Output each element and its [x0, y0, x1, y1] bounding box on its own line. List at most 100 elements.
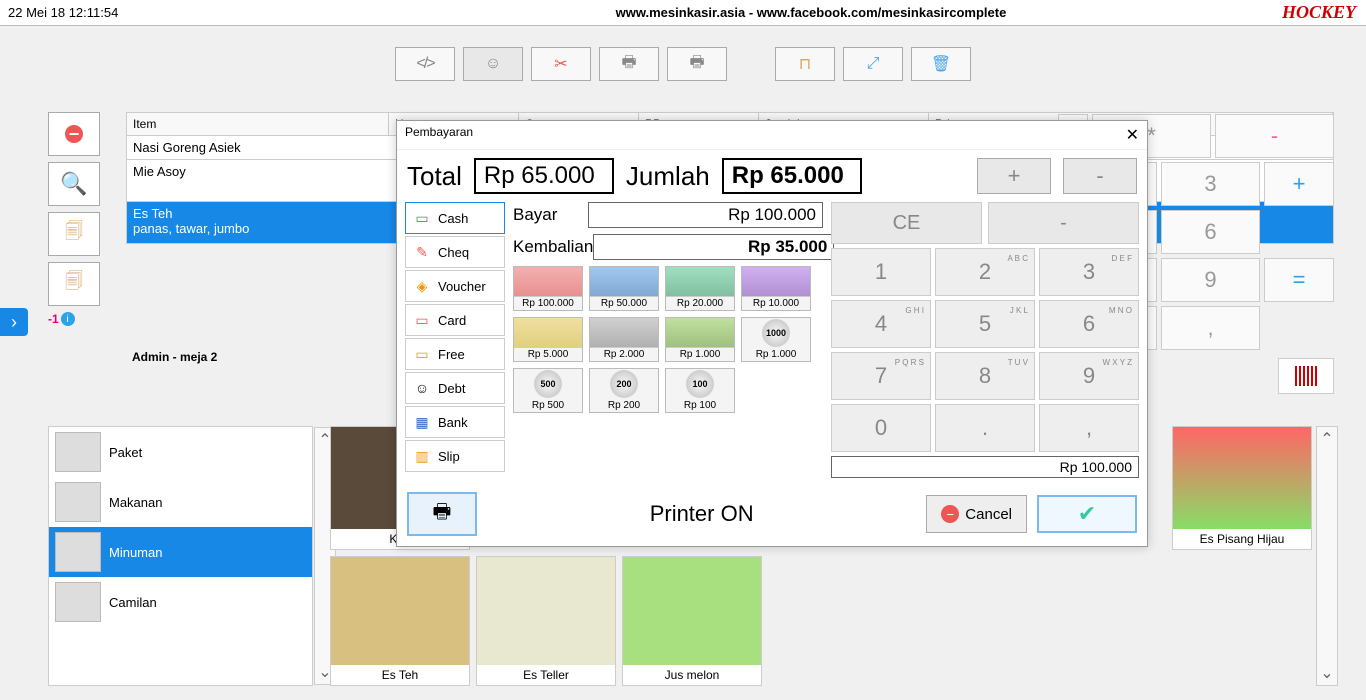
- bayar-label: Bayar: [513, 205, 588, 225]
- trash-button[interactable]: 🗑: [911, 47, 971, 81]
- denom-50k[interactable]: Rp 50.000: [589, 266, 659, 311]
- np-6[interactable]: 6: [1161, 210, 1260, 254]
- category-item[interactable]: Makanan: [49, 477, 312, 527]
- category-item[interactable]: Paket: [49, 427, 312, 477]
- debt-icon: ☺: [412, 380, 432, 396]
- paytab-free[interactable]: ▭Free: [405, 338, 505, 370]
- numkey-comma[interactable]: ,: [1039, 404, 1139, 452]
- scroll-up-icon[interactable]: ⌃: [1317, 427, 1337, 451]
- product-tile[interactable]: Es Teller: [476, 556, 616, 686]
- category-thumb: [55, 482, 101, 522]
- product-tile[interactable]: Jus melon: [622, 556, 762, 686]
- cut-button[interactable]: ✂: [531, 47, 591, 81]
- cancel-button[interactable]: − Cancel: [926, 495, 1027, 533]
- np-minus[interactable]: -: [1215, 114, 1334, 158]
- np-equals[interactable]: =: [1264, 258, 1334, 302]
- category-item-selected[interactable]: Minuman: [49, 527, 312, 577]
- paytab-voucher[interactable]: ◈Voucher: [405, 270, 505, 302]
- numkey-2[interactable]: 2A B C: [935, 248, 1035, 296]
- numkey-1[interactable]: 1: [831, 248, 931, 296]
- paytab-slip[interactable]: ▥Slip: [405, 440, 505, 472]
- main-toolbar: </> ☺ ✂ 🖶 🖶 ⊓ ⤢ 🗑: [0, 26, 1366, 102]
- numkey-0[interactable]: 0: [831, 404, 931, 452]
- denom-100k[interactable]: Rp 100.000: [513, 266, 583, 311]
- denom-10k[interactable]: Rp 10.000: [741, 266, 811, 311]
- printer-toggle-button[interactable]: 🖶: [407, 492, 477, 536]
- paytab-bank[interactable]: ▦Bank: [405, 406, 505, 438]
- table-button[interactable]: ⊓: [775, 47, 835, 81]
- numkey-7[interactable]: 7P Q R S: [831, 352, 931, 400]
- bank-icon: ▦: [412, 414, 432, 431]
- numkey-9[interactable]: 9W X Y Z: [1039, 352, 1139, 400]
- denom-5k[interactable]: Rp 5.000: [513, 317, 583, 362]
- paytab-debt[interactable]: ☺Debt: [405, 372, 505, 404]
- paytab-cheq[interactable]: ✎Cheq: [405, 236, 505, 268]
- category-thumb: [55, 582, 101, 622]
- neg1-indicator: -1 i: [48, 312, 108, 326]
- titlebar: 22 Mei 18 12:11:54 www.mesinkasir.asia -…: [0, 0, 1366, 26]
- denom-1k-coin[interactable]: 1000Rp 1.000: [741, 317, 811, 362]
- side-expand-button[interactable]: ›: [0, 308, 28, 336]
- numkey-dot[interactable]: .: [935, 404, 1035, 452]
- slip-icon: ▥: [412, 448, 432, 465]
- np-comma[interactable]: ,: [1161, 306, 1260, 350]
- category-thumb: [55, 532, 101, 572]
- free-icon: ▭: [412, 346, 432, 363]
- numkey-5[interactable]: 5J K L: [935, 300, 1035, 348]
- qty-minus-button[interactable]: -: [1063, 158, 1137, 194]
- denom-20k[interactable]: Rp 20.000: [665, 266, 735, 311]
- admin-table-label: Admin - meja 2: [132, 350, 217, 364]
- info-icon: i: [61, 312, 75, 326]
- np-3[interactable]: 3: [1161, 162, 1260, 206]
- remove-line-button[interactable]: −: [48, 112, 100, 156]
- kembalian-output: [593, 234, 834, 260]
- denom-1k-bill[interactable]: Rp 1.000: [665, 317, 735, 362]
- paytab-cash[interactable]: ▭Cash: [405, 202, 505, 234]
- paytab-card[interactable]: ▭Card: [405, 304, 505, 336]
- category-item[interactable]: Camilan: [49, 577, 312, 627]
- denom-500[interactable]: 500Rp 500: [513, 368, 583, 413]
- close-icon[interactable]: ✕: [1126, 125, 1139, 145]
- numkey-4[interactable]: 4G H I: [831, 300, 931, 348]
- jumlah-label: Jumlah: [626, 161, 710, 192]
- brand-logo: HOCKEY: [1282, 2, 1366, 23]
- header-title: www.mesinkasir.asia - www.facebook.com/m…: [340, 5, 1282, 20]
- np-plus[interactable]: +: [1264, 162, 1334, 206]
- numpad-ce[interactable]: CE: [831, 202, 982, 244]
- barcode-button[interactable]: [1278, 358, 1334, 394]
- product-tile[interactable]: Es Pisang Hijau: [1172, 426, 1312, 550]
- scroll-down-icon[interactable]: ⌄: [1317, 661, 1337, 685]
- denomination-grid: Rp 100.000 Rp 50.000 Rp 20.000 Rp 10.000…: [513, 266, 823, 413]
- denom-100[interactable]: 100Rp 100: [665, 368, 735, 413]
- product-scrollbar[interactable]: ⌃ ⌄: [1316, 426, 1338, 686]
- modal-title: Pembayaran: [405, 125, 473, 145]
- product-tile[interactable]: Es Teh: [330, 556, 470, 686]
- payment-modal: Pembayaran ✕ Total Rp 65.000 Jumlah Rp 6…: [396, 120, 1148, 547]
- qty-plus-button[interactable]: +: [977, 158, 1051, 194]
- code-button[interactable]: </>: [395, 47, 455, 81]
- jumlah-value: Rp 65.000: [722, 158, 862, 194]
- numpad-minus[interactable]: -: [988, 202, 1139, 244]
- confirm-button[interactable]: ✔: [1037, 495, 1137, 533]
- cash-icon: ▭: [412, 210, 432, 227]
- timestamp: 22 Mei 18 12:11:54: [0, 5, 340, 20]
- numkey-8[interactable]: 8T U V: [935, 352, 1035, 400]
- receipt2-button[interactable]: 🖶: [667, 47, 727, 81]
- copy2-button[interactable]: 🗐: [48, 262, 100, 306]
- np-9[interactable]: 9: [1161, 258, 1260, 302]
- bayar-input[interactable]: [588, 202, 823, 228]
- copy1-button[interactable]: 🗐: [48, 212, 100, 256]
- category-list: Paket Makanan Minuman Camilan ⌃ ⌄: [48, 426, 313, 686]
- denom-2k[interactable]: Rp 2.000: [589, 317, 659, 362]
- receipt1-button[interactable]: 🖶: [599, 47, 659, 81]
- numpad-display: Rp 100.000: [831, 456, 1139, 478]
- modal-numpad: 1 2A B C 3D E F 4G H I 5J K L 6M N O 7P …: [831, 248, 1139, 452]
- denom-200[interactable]: 200Rp 200: [589, 368, 659, 413]
- expand-button[interactable]: ⤢: [843, 47, 903, 81]
- numkey-6[interactable]: 6M N O: [1039, 300, 1139, 348]
- voucher-icon: ◈: [412, 278, 432, 295]
- search-button[interactable]: 🔍: [48, 162, 100, 206]
- numkey-3[interactable]: 3D E F: [1039, 248, 1139, 296]
- total-value: Rp 65.000: [474, 158, 614, 194]
- user-button[interactable]: ☺: [463, 47, 523, 81]
